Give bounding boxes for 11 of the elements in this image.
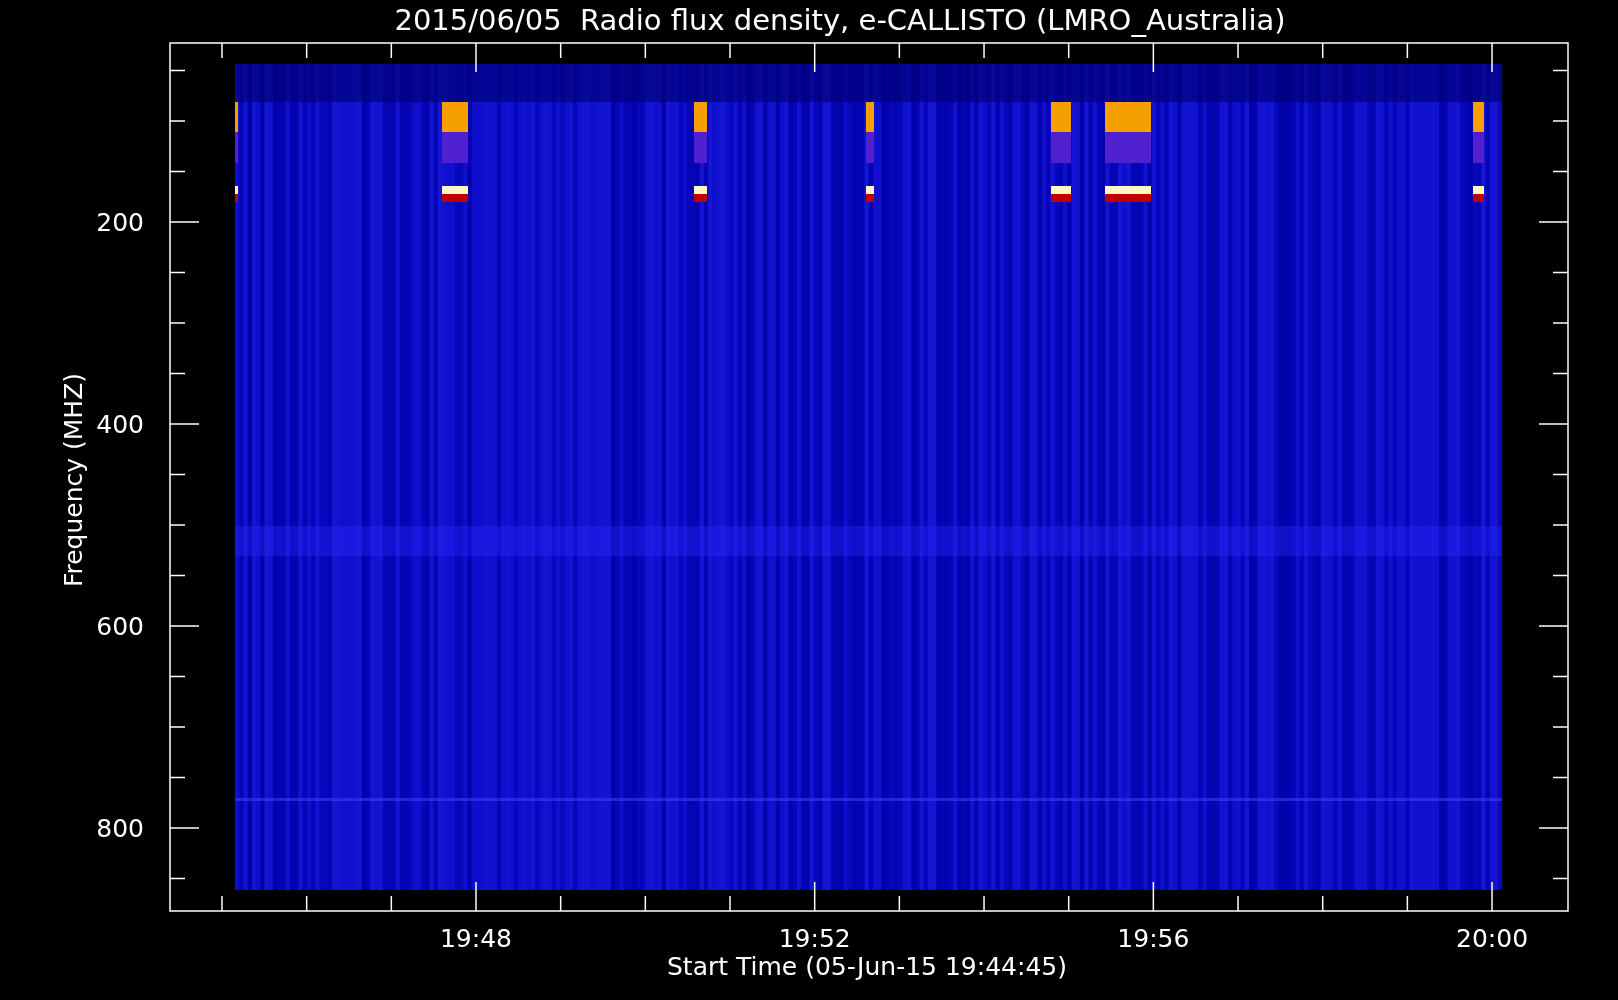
tick-label: 19:56 — [1117, 924, 1190, 953]
chart-title: 2015/06/05 Radio flux density, e-CALLISTO (LMRO_Australia) — [394, 3, 1286, 37]
axis-title: Start Time (05-Jun-15 19:44:45) — [667, 952, 1067, 981]
tick-label: 600 — [96, 612, 144, 641]
tick-label: 19:48 — [440, 924, 512, 953]
axis-title: Frequency (MHZ) — [59, 372, 88, 588]
tick-label: 19:52 — [778, 924, 851, 953]
tick-label: 800 — [96, 814, 144, 843]
tick-label: 200 — [96, 208, 144, 237]
tick-label: 20:00 — [1456, 924, 1529, 953]
tick-label: 400 — [96, 410, 144, 439]
